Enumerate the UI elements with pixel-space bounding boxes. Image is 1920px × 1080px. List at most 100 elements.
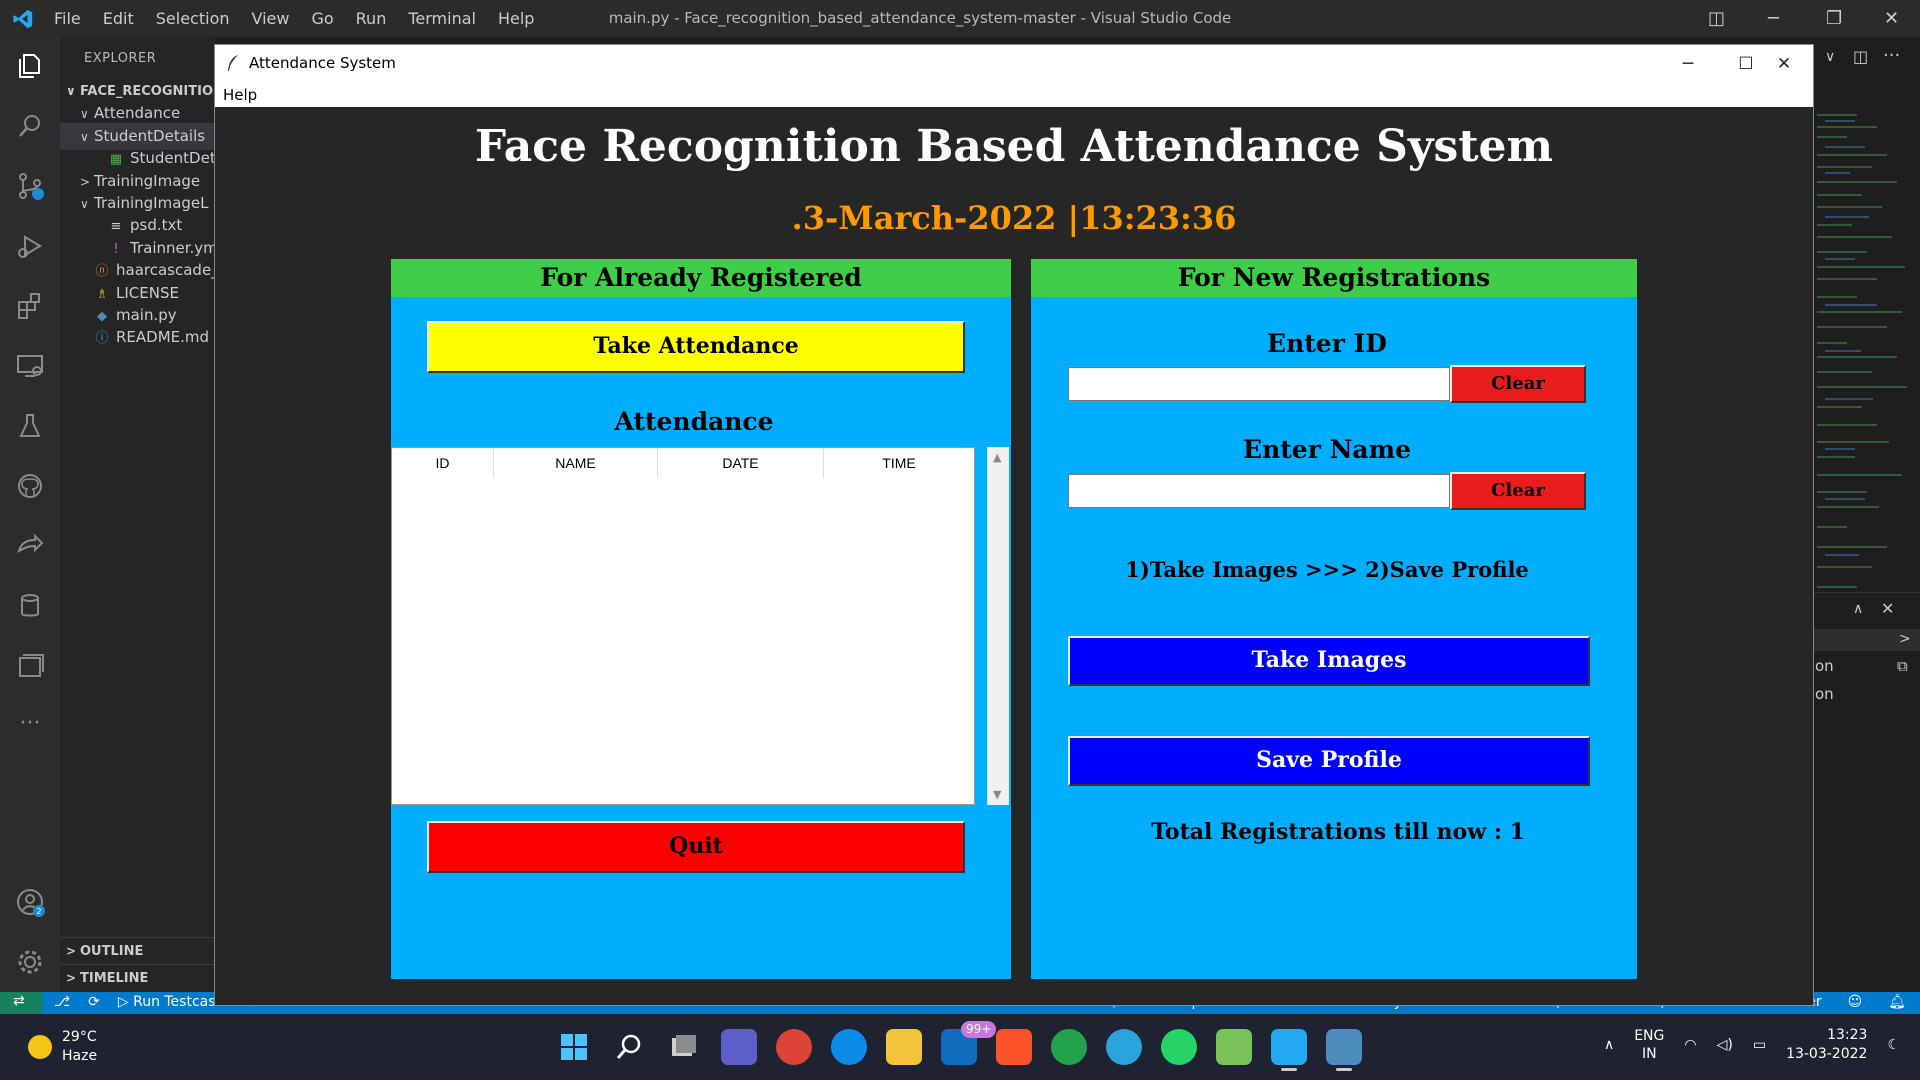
telegram-icon[interactable] [1106, 1029, 1142, 1065]
take-images-button[interactable]: Take Images [1068, 636, 1590, 686]
clear-id-button[interactable]: Clear [1450, 365, 1586, 403]
column-time[interactable]: TIME [824, 448, 974, 478]
search-icon[interactable] [611, 1029, 647, 1065]
layout-icon[interactable]: ◫ [1708, 8, 1725, 29]
scroll-down-arrow-icon[interactable]: ▼ [993, 788, 1001, 801]
menu-view[interactable]: View [252, 9, 290, 28]
name-input[interactable] [1068, 474, 1450, 508]
quit-button[interactable]: Quit [427, 821, 965, 873]
chrome-icon[interactable] [776, 1029, 812, 1065]
weather-widget[interactable]: 29°C Haze [28, 1028, 97, 1066]
testing-flask-icon[interactable] [15, 411, 45, 441]
run-debug-icon[interactable] [15, 231, 45, 261]
settings-gear-icon[interactable] [15, 947, 45, 977]
tree-item-label: Trainner.yml [130, 238, 215, 257]
notifications-bell-icon[interactable]: 🔔︎ [1888, 994, 1906, 1010]
database-icon[interactable] [15, 591, 45, 621]
enter-id-label: Enter ID [1267, 329, 1387, 358]
chevron-down-icon[interactable]: ∨ [1825, 49, 1835, 65]
task-view-icon[interactable] [666, 1029, 702, 1065]
more-icon[interactable]: ··· [15, 711, 45, 741]
weather-temp: 29°C [62, 1029, 97, 1045]
battery-icon[interactable]: ▭ [1753, 1037, 1766, 1053]
timeline-section[interactable]: > TIMELINE [60, 964, 215, 991]
tk-minimize-icon[interactable]: ─ [1665, 49, 1711, 79]
accounts-icon[interactable]: 2 [15, 887, 45, 917]
column-id[interactable]: ID [392, 448, 494, 478]
menu-go[interactable]: Go [311, 9, 333, 28]
column-date[interactable]: DATE [658, 448, 824, 478]
system-tray: ∧ ENG IN ◠ ◁) ▭ 13:23 13-03-2022 ☾ [1604, 1026, 1900, 1064]
menu-file[interactable]: File [54, 9, 81, 28]
python-icon[interactable] [1326, 1029, 1362, 1071]
split-editor-icon[interactable]: ◫ [1853, 47, 1868, 66]
source-control-icon[interactable] [15, 171, 45, 201]
column-name[interactable]: NAME [494, 448, 658, 478]
menu-selection[interactable]: Selection [156, 9, 230, 28]
mail-icon[interactable]: 99+ [941, 1021, 997, 1065]
vscode-icon[interactable] [1271, 1029, 1307, 1071]
notification-center-icon[interactable]: ☾ [1887, 1037, 1900, 1053]
panel-close-icon[interactable]: ✕ [1881, 599, 1894, 618]
remote-explorer-icon[interactable] [15, 351, 45, 381]
wifi-icon[interactable]: ◠ [1684, 1037, 1696, 1053]
tree-item-label: StudentDetails [130, 149, 215, 168]
attendance-table[interactable]: ID NAME DATE TIME [391, 447, 975, 805]
sun-haze-icon [28, 1035, 52, 1059]
attendance-scrollbar[interactable]: ▲ ▼ [987, 447, 1009, 805]
editor-more-icon[interactable]: ··· [1883, 45, 1900, 66]
clock[interactable]: 13:23 13-03-2022 [1786, 1026, 1867, 1064]
id-input[interactable] [1068, 367, 1450, 401]
panel-text-2: on [1815, 685, 1834, 703]
close-icon[interactable]: ✕ [1884, 8, 1899, 29]
clear-name-button[interactable]: Clear [1450, 472, 1586, 510]
tree-item[interactable]: ⓘ README.md [60, 324, 215, 351]
search-icon[interactable] [15, 111, 45, 141]
tk-help-menu[interactable]: Help [223, 86, 257, 104]
file-explorer-icon[interactable] [886, 1029, 922, 1065]
app-title: Face Recognition Based Attendance System [474, 121, 1554, 172]
weather-desc: Haze [62, 1048, 98, 1064]
menu-help[interactable]: Help [498, 9, 534, 28]
feedback-icon[interactable]: ☺ [1848, 994, 1863, 1010]
attendance-label: Attendance [614, 407, 774, 436]
tree-item-label: TrainingImage [94, 171, 201, 190]
take-attendance-button[interactable]: Take Attendance [427, 321, 965, 373]
sync-icon[interactable]: ⟳ [88, 994, 100, 1010]
branch-icon[interactable]: ⎇ [54, 994, 70, 1010]
teams-chat-icon[interactable] [721, 1029, 757, 1065]
chevron-up-icon[interactable]: ∧ [1853, 601, 1863, 617]
save-profile-button[interactable]: Save Profile [1068, 736, 1590, 786]
vscode-menu-bar: File Edit Selection View Go Run Terminal… [54, 0, 556, 37]
minimap[interactable] [1815, 107, 1907, 627]
circle-app-icon[interactable] [1051, 1029, 1087, 1065]
vscode-logo-icon[interactable] [12, 8, 34, 30]
chevron-right-icon[interactable]: > [1899, 631, 1911, 647]
live-share-icon[interactable] [15, 531, 45, 561]
panels-icon[interactable] [15, 651, 45, 681]
explorer-icon[interactable] [15, 51, 45, 81]
windows-start-icon[interactable] [556, 1029, 592, 1065]
outline-section[interactable]: > OUTLINE [60, 937, 215, 964]
github-icon[interactable] [15, 471, 45, 501]
menu-edit[interactable]: Edit [103, 9, 134, 28]
extensions-icon[interactable] [15, 291, 45, 321]
terminal-icon[interactable]: ⧉ [1897, 657, 1908, 675]
volume-icon[interactable]: ◁) [1717, 1037, 1733, 1053]
brave-icon[interactable] [996, 1029, 1032, 1065]
edge-icon[interactable] [831, 1029, 867, 1065]
editor-right-area: ∨ ◫ ··· ∧ ✕ > on on ⧉ [1813, 37, 1920, 1032]
tk-close-icon[interactable]: ✕ [1761, 49, 1807, 79]
attendance-system-window: Attendance System ─ ☐ ✕ Help Face Recogn… [214, 44, 1814, 1006]
whatsapp-icon[interactable] [1161, 1029, 1197, 1065]
menu-terminal[interactable]: Terminal [408, 9, 476, 28]
chevron-up-icon[interactable]: ∧ [1604, 1037, 1614, 1053]
panel-area: ∧ ✕ > on on ⧉ [1813, 592, 1920, 1032]
minimize-icon[interactable]: ─ [1768, 8, 1779, 29]
restore-icon[interactable]: ❐ [1826, 8, 1842, 29]
android-studio-icon[interactable] [1216, 1029, 1252, 1065]
language-indicator[interactable]: ENG IN [1634, 1027, 1664, 1063]
remote-indicator[interactable]: ⇄ [0, 992, 42, 1014]
scroll-up-arrow-icon[interactable]: ▲ [993, 451, 1001, 464]
menu-run[interactable]: Run [356, 9, 387, 28]
